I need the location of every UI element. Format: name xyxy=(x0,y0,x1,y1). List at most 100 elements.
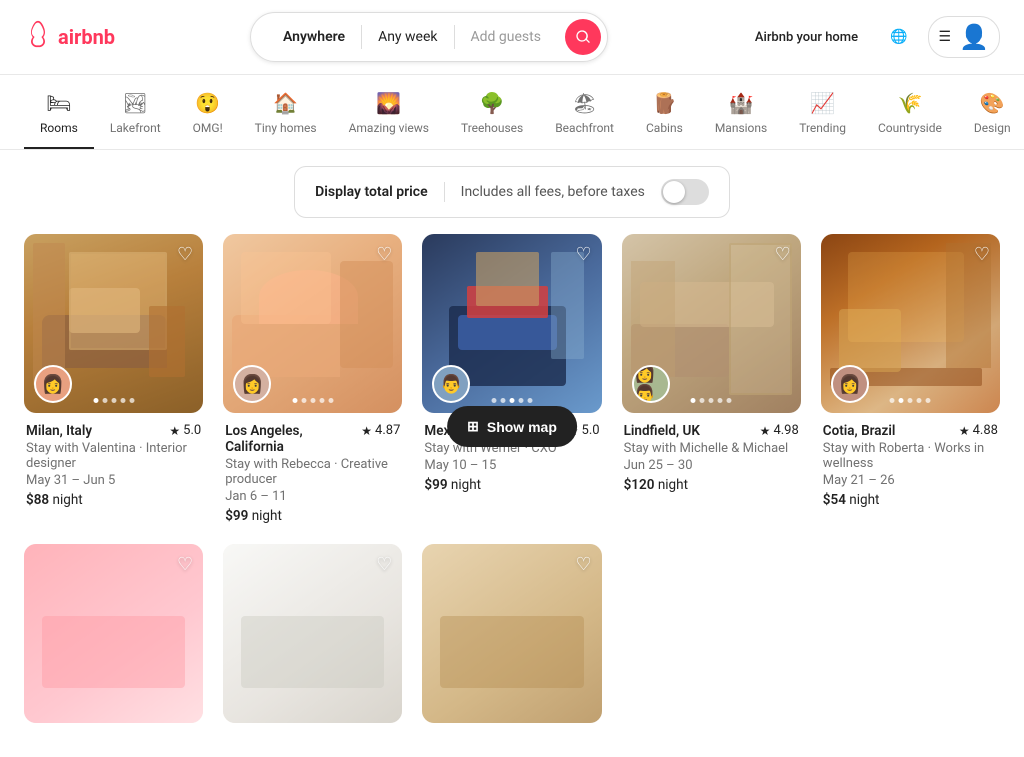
logo[interactable]: airbnb xyxy=(24,20,115,55)
listing-card-1[interactable]: ♡👩 Milan, Italy ★ 5.0 Stay with Valentin… xyxy=(24,234,203,524)
dot-1-2 xyxy=(111,398,116,403)
listing-location-2: Los Angeles, California xyxy=(225,423,361,455)
star-icon-5: ★ xyxy=(959,424,970,438)
dot-3-0 xyxy=(491,398,496,403)
heart-button-1[interactable]: ♡ xyxy=(177,244,193,265)
listing-info-1: Milan, Italy ★ 5.0 Stay with Valentina ·… xyxy=(24,423,203,508)
listing-host-4: Stay with Michelle & Michael xyxy=(624,441,799,456)
listing-card-8[interactable]: ♡ xyxy=(422,544,601,733)
listing-dates-2: Jan 6 – 11 xyxy=(225,489,400,504)
listings-grid: ♡👩 Milan, Italy ★ 5.0 Stay with Valentin… xyxy=(0,234,1024,757)
listing-card-2[interactable]: ♡👩 Los Angeles, California ★ 4.87 Stay w… xyxy=(223,234,402,524)
heart-button-8[interactable]: ♡ xyxy=(575,554,591,575)
category-icon-views: 🌄 xyxy=(376,91,401,115)
search-button[interactable] xyxy=(565,19,601,55)
price-unit-5: night xyxy=(849,492,879,508)
listing-image-3: ♡👨 xyxy=(422,234,601,413)
dot-1-1 xyxy=(102,398,107,403)
dot-4-0 xyxy=(691,398,696,403)
host-avatar-5: 👩 xyxy=(831,365,869,403)
category-views[interactable]: 🌄 Amazing views xyxy=(333,91,445,149)
category-label-omg: OMG! xyxy=(193,121,223,135)
listing-card-7[interactable]: ♡ xyxy=(223,544,402,733)
map-grid-icon: ⊞ xyxy=(467,418,479,435)
category-icon-treehouses: 🌳 xyxy=(480,91,505,115)
price-toggle[interactable] xyxy=(661,179,709,205)
image-dots-3 xyxy=(491,398,532,403)
price-description: Includes all fees, before taxes xyxy=(461,184,645,200)
hamburger-icon: ☰ xyxy=(939,29,952,45)
rating-value-5: 4.88 xyxy=(973,423,998,438)
listing-top-5: Cotia, Brazil ★ 4.88 xyxy=(823,423,998,439)
dot-5-0 xyxy=(890,398,895,403)
category-icon-trending: 📈 xyxy=(810,91,835,115)
price-unit-2: night xyxy=(252,508,282,524)
logo-text: airbnb xyxy=(58,25,115,49)
category-icon-rooms: 🛏 xyxy=(46,91,71,115)
location-search[interactable]: Anywhere xyxy=(267,25,361,49)
category-rooms[interactable]: 🛏 Rooms xyxy=(24,91,94,149)
category-cabins[interactable]: 🪵 Cabins xyxy=(630,91,699,149)
dot-4-1 xyxy=(700,398,705,403)
listing-card-4[interactable]: ♡ 👩👨 Lindfield, UK ★ 4.98 Stay with Miche… xyxy=(622,234,801,524)
listing-dates-1: May 31 – Jun 5 xyxy=(26,473,201,488)
rating-value-3: 5.0 xyxy=(582,423,600,438)
category-omg[interactable]: 😲 OMG! xyxy=(177,91,239,149)
guests-search[interactable]: Add guests xyxy=(455,25,557,49)
category-label-rooms: Rooms xyxy=(40,121,78,135)
category-lakefront[interactable]: 🏞 Lakefront xyxy=(94,91,177,149)
image-dots-4 xyxy=(691,398,732,403)
price-bar: Display total price Includes all fees, b… xyxy=(0,150,1024,234)
price-value-3: $99 xyxy=(424,477,447,493)
host-link[interactable]: Airbnb your home xyxy=(743,22,870,53)
listing-card-5[interactable]: ♡👩 Cotia, Brazil ★ 4.88 Stay with Robert… xyxy=(821,234,1000,524)
listing-dates-4: Jun 25 – 30 xyxy=(624,458,799,473)
toggle-knob xyxy=(663,181,685,203)
listing-info-4: Lindfield, UK ★ 4.98 Stay with Michelle … xyxy=(622,423,801,493)
image-dots-1 xyxy=(93,398,134,403)
dot-3-4 xyxy=(527,398,532,403)
host-avatar-4: 👩👨 xyxy=(632,365,670,403)
heart-button-3[interactable]: ♡ xyxy=(575,244,591,265)
listing-image-2: ♡👩 xyxy=(223,234,402,413)
heart-button-5[interactable]: ♡ xyxy=(974,244,990,265)
category-beachfront[interactable]: 🏖 Beachfront xyxy=(539,91,630,149)
listing-info-5: Cotia, Brazil ★ 4.88 Stay with Roberta ·… xyxy=(821,423,1000,508)
dot-2-4 xyxy=(328,398,333,403)
category-countryside[interactable]: 🌾 Countryside xyxy=(862,91,958,149)
dot-3-2 xyxy=(509,398,514,403)
listing-price-4: $120 night xyxy=(624,477,799,493)
heart-button-4[interactable]: ♡ xyxy=(775,244,791,265)
listing-card-3[interactable]: ♡👨 Mexico City, Mexico ★ 5.0 Stay with W… xyxy=(422,234,601,524)
category-icon-lakefront: 🏞 xyxy=(123,91,148,115)
dot-4-3 xyxy=(718,398,723,403)
listing-top-1: Milan, Italy ★ 5.0 xyxy=(26,423,201,439)
category-icon-tiny: 🏠 xyxy=(273,91,298,115)
category-label-trending: Trending xyxy=(799,121,846,135)
heart-button-2[interactable]: ♡ xyxy=(376,244,392,265)
category-icon-omg: 😲 xyxy=(195,91,220,115)
user-menu[interactable]: ☰ 👤 xyxy=(928,16,1000,58)
dot-4-2 xyxy=(709,398,714,403)
dot-1-0 xyxy=(93,398,98,403)
category-trending[interactable]: 📈 Trending xyxy=(783,91,862,149)
globe-button[interactable]: 🌐 xyxy=(882,21,915,53)
category-mansions[interactable]: 🏰 Mansions xyxy=(699,91,783,149)
dot-2-0 xyxy=(292,398,297,403)
heart-button-6[interactable]: ♡ xyxy=(177,554,193,575)
listing-image-7: ♡ xyxy=(223,544,402,723)
category-label-countryside: Countryside xyxy=(878,121,942,135)
category-design[interactable]: 🎨 Design xyxy=(958,91,1024,149)
heart-button-7[interactable]: ♡ xyxy=(376,554,392,575)
display-total-price-label: Display total price xyxy=(315,184,428,200)
category-nav: 🛏 Rooms 🏞 Lakefront 😲 OMG! 🏠 Tiny homes … xyxy=(0,75,1024,150)
listing-card-6[interactable]: ♡ xyxy=(24,544,203,733)
category-tiny[interactable]: 🏠 Tiny homes xyxy=(239,91,333,149)
category-treehouses[interactable]: 🌳 Treehouses xyxy=(445,91,539,149)
price-value-4: $120 xyxy=(624,477,655,493)
dates-search[interactable]: Any week xyxy=(362,25,453,49)
listing-image-8: ♡ xyxy=(422,544,601,723)
listing-image-5: ♡👩 xyxy=(821,234,1000,413)
listing-location-4: Lindfield, UK xyxy=(624,423,700,439)
show-map-button[interactable]: ⊞ Show map xyxy=(447,406,577,447)
